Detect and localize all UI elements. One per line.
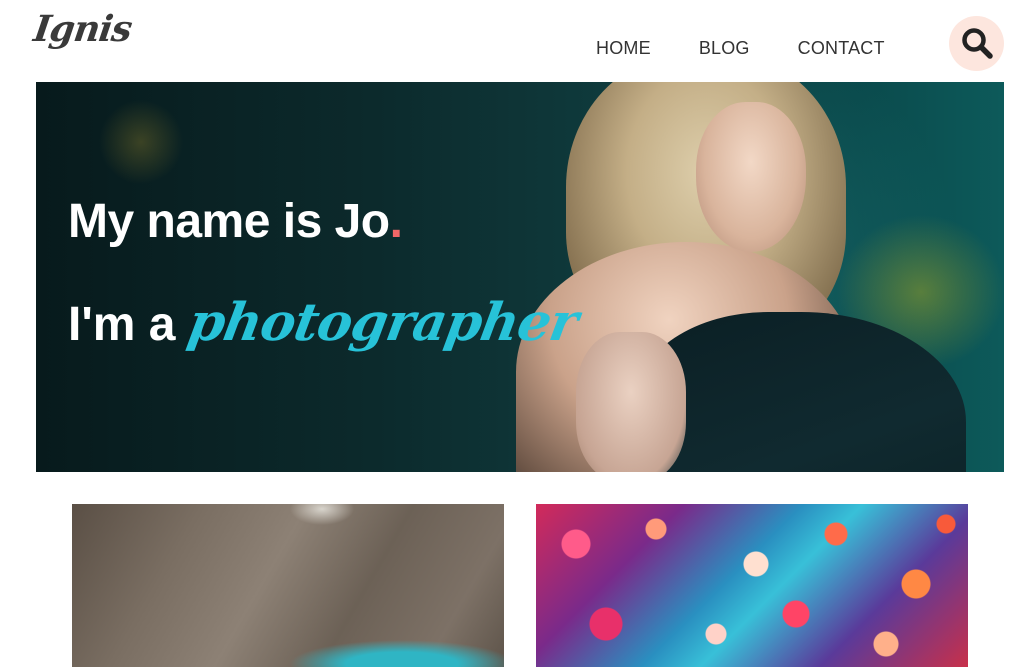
site-header: Ignis HOME BLOG CONTACT <box>0 0 1033 82</box>
hero-heading-role: I'm a photographer <box>68 292 582 353</box>
search-icon <box>962 28 993 59</box>
site-logo[interactable]: Ignis <box>31 8 134 50</box>
hero-photo-hand <box>576 332 686 472</box>
main-nav: HOME BLOG CONTACT <box>596 38 933 59</box>
hero-heading-name: My name is Jo. <box>68 194 403 249</box>
gallery-card-rock-pool[interactable] <box>72 504 504 667</box>
nav-blog-link[interactable]: BLOG <box>699 38 750 59</box>
hero-photo-face <box>696 102 806 252</box>
nav-home-link[interactable]: HOME <box>596 38 651 59</box>
search-button[interactable] <box>949 16 1004 71</box>
hero-banner: My name is Jo. I'm a photographer <box>36 82 1004 472</box>
nav-contact-link[interactable]: CONTACT <box>798 38 885 59</box>
hero-name-dot: . <box>389 195 403 248</box>
hero-role-word: photographer <box>183 292 582 353</box>
hero-name-text: My name is Jo <box>68 195 390 248</box>
gallery-card-jellyfish[interactable] <box>536 504 968 667</box>
hero-role-prefix: I'm a <box>68 298 189 351</box>
